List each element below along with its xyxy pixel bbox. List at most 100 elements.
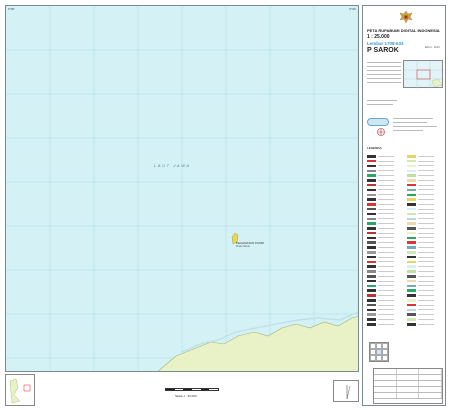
legend-symbol: [367, 308, 376, 312]
legend-text-line: [378, 304, 394, 306]
legend-text-line: [378, 227, 394, 229]
legend-symbol: [367, 183, 376, 187]
legend-symbol: [367, 323, 376, 326]
legend-text-line: [418, 218, 434, 220]
legend-text-line: [418, 237, 434, 239]
map-frame[interactable]: 0°00' 0°00' LAUT JAWA KECAMATAN PASIR Pu…: [5, 5, 359, 372]
bakosurtanal-logo-icon: [367, 118, 389, 126]
legend-symbol: [367, 265, 376, 268]
legend-text-line: [418, 232, 434, 234]
legend-symbol: [407, 284, 416, 288]
legend-text-line: [418, 314, 434, 316]
legend-text-line: [418, 251, 434, 253]
legend-symbol: [367, 299, 376, 302]
legend-column-left: [367, 154, 405, 327]
legend-symbol: [407, 179, 416, 182]
legend-symbol: [407, 217, 416, 220]
legend-symbol: [367, 217, 376, 220]
legend-text-line: [418, 290, 434, 292]
legend-text-line: [418, 323, 434, 325]
legend-column-right: [407, 154, 445, 327]
legend-text-line: [418, 266, 434, 268]
legend-symbol: [407, 207, 416, 211]
index-text-lines: [367, 62, 401, 86]
legend-text-line: [418, 280, 434, 282]
legend-symbol: [367, 174, 376, 177]
legend-text-line: [378, 261, 394, 263]
legend-symbol: [407, 279, 416, 283]
legend-text-line: [418, 261, 434, 263]
legend: [367, 154, 445, 334]
legend-text-line: [418, 318, 434, 320]
legend-text-line: [378, 165, 394, 167]
scale-text: Skala 1 : 25.000: [175, 394, 197, 398]
legend-text-line: [418, 242, 434, 244]
legend-text-line: [418, 194, 434, 196]
sea-area: [6, 6, 358, 371]
legend-text-line: [378, 295, 394, 296]
legend-text-line: [418, 275, 434, 277]
legend-text-line: [378, 199, 394, 201]
legend-symbol: [367, 270, 376, 273]
sea-label: LAUT JAWA: [154, 163, 191, 168]
map-scale: 1 : 25.000: [367, 34, 390, 40]
legend-item: [407, 322, 445, 327]
legend-symbol: [407, 236, 416, 240]
legend-symbol: [367, 236, 376, 240]
legend-text-line: [378, 251, 394, 253]
legend-symbol: [367, 255, 376, 259]
legend-text-line: [418, 199, 434, 201]
legend-text-line: [418, 304, 434, 306]
legend-symbol: [407, 275, 416, 278]
legend-text-line: [418, 299, 434, 301]
legend-text-line: [418, 256, 434, 258]
legend-symbol: [407, 303, 416, 307]
legend-text-line: [418, 184, 434, 186]
legend-symbol: [407, 308, 416, 312]
legend-symbol: [407, 251, 416, 254]
legend-text-line: [418, 309, 434, 311]
legend-symbol: [407, 227, 416, 230]
side-panel: PETA RUPABUMI DIGITAL INDONESIA 1 : 25.0…: [362, 5, 446, 406]
legend-symbol: [407, 313, 416, 316]
legend-text-line: [378, 213, 394, 215]
island-label: KECAMATAN PASIR Pulau Sarok: [236, 241, 264, 249]
legend-text-line: [378, 290, 394, 292]
legend-symbol: [407, 155, 416, 158]
legend-text-line: [378, 232, 394, 234]
legend-text-line: [418, 175, 434, 177]
legend-symbol: [367, 207, 376, 211]
legend-symbol: [367, 231, 376, 235]
legend-symbol: [407, 299, 416, 302]
legend-symbol: [367, 284, 376, 288]
legend-text-line: [378, 160, 394, 162]
legend-text-line: [378, 242, 394, 244]
legend-text-line: [418, 179, 434, 181]
legend-text-line: [418, 208, 434, 210]
legend-symbol: [407, 159, 416, 163]
legend-symbol: [367, 193, 376, 197]
legend-symbol: [407, 203, 416, 206]
legend-symbol: [407, 193, 416, 197]
legend-text-line: [378, 309, 394, 311]
legend-text-line: [418, 203, 434, 205]
bottom-strip: Skala 1 : 25.000: [5, 374, 359, 406]
legend-symbol: [367, 227, 376, 230]
legend-text-line: [418, 247, 434, 249]
legend-text-line: [378, 218, 394, 220]
legend-text-line: [378, 203, 394, 205]
legend-text-line: [378, 256, 394, 258]
legend-symbol: [367, 222, 376, 225]
legend-symbol: [407, 231, 416, 235]
map-canvas[interactable]: [6, 6, 359, 372]
legend-symbol: [367, 159, 376, 163]
legend-symbol: [407, 289, 416, 292]
legend-text-line: [378, 237, 394, 239]
legend-symbol: [367, 169, 376, 173]
legend-symbol: [407, 174, 416, 177]
legend-text-line: [418, 285, 434, 287]
sheet-index-map: [403, 60, 444, 89]
legend-text-line: [378, 184, 394, 186]
scale-bar: [165, 388, 219, 391]
location-inset-map: [5, 374, 35, 406]
